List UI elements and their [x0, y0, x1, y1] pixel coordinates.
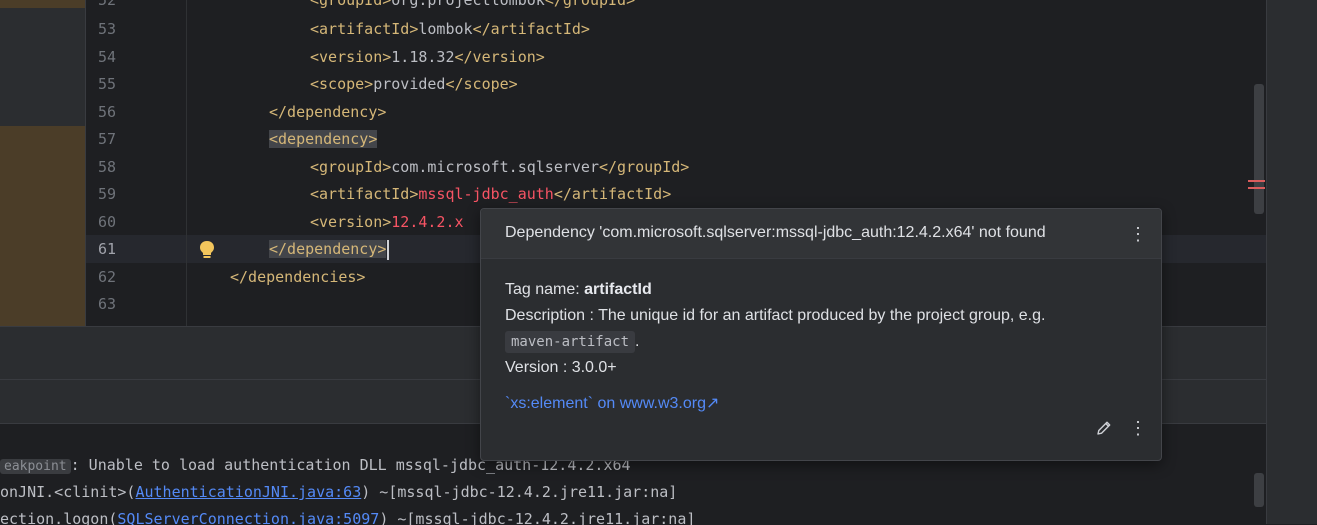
code-text: <groupId>com.microsoft.sqlserver</groupI…: [310, 153, 689, 181]
line-number: 52: [97, 0, 116, 9]
line-number: 57: [97, 130, 116, 148]
console-text: onJNI.<clinit>(: [0, 483, 136, 501]
text-caret: [387, 239, 390, 260]
code-text: <dependency>: [269, 125, 378, 153]
line-number: 56: [97, 103, 116, 121]
xml-tag: <version>: [310, 213, 392, 231]
editor-scrollbar-thumb[interactable]: [1254, 84, 1264, 214]
line-number: 55: [97, 75, 116, 93]
stacktrace-link[interactable]: SQLServerConnection.java:5097: [117, 510, 379, 525]
tree-highlight-top: [0, 0, 85, 8]
xml-tag: </scope>: [445, 75, 518, 93]
xml-tag: </artifactId>: [553, 185, 672, 203]
description-end: .: [635, 333, 640, 350]
console-line: ection.logon(SQLServerConnection.java:50…: [0, 506, 695, 525]
element-value: org.projectlombok: [391, 0, 545, 9]
line-number: 58: [97, 158, 116, 176]
element-value: 1.18.32: [391, 48, 455, 66]
console-text: ) ~[mssql-jdbc-12.4.2.jre11.jar:na]: [379, 510, 696, 525]
pencil-icon[interactable]: [1095, 419, 1113, 437]
quick-documentation-popup: Dependency 'com.microsoft.sqlserver:mssq…: [480, 208, 1162, 461]
line-number: 59: [97, 185, 116, 203]
code-text: <scope>provided</scope>: [310, 70, 518, 98]
code-text: <version>1.18.32</version>: [310, 43, 545, 71]
external-link-icon: ↗: [705, 395, 720, 412]
code-text: <version>12.4.2.x: [310, 208, 464, 236]
xml-tag: <version>: [310, 48, 392, 66]
description-row: Description : The unique id for an artif…: [505, 303, 1137, 329]
code-text: </dependency>: [269, 235, 390, 263]
line-number: 60: [97, 213, 116, 231]
element-value: lombok: [418, 20, 473, 38]
version-row: Version : 3.0.0+: [505, 355, 1137, 381]
description-text: Description : The unique id for an artif…: [505, 307, 1046, 324]
unresolved-value: 12.4.2.x: [391, 213, 464, 231]
popup-header: Dependency 'com.microsoft.sqlserver:mssq…: [481, 209, 1161, 259]
xml-tag: <groupId>: [310, 0, 392, 9]
breakpoint-chip[interactable]: eakpoint: [0, 459, 71, 474]
gutter-divider: [186, 0, 187, 326]
xml-tag: </groupId>: [599, 158, 690, 176]
line-number: 54: [97, 48, 116, 66]
xml-tag: <scope>: [310, 75, 374, 93]
doc-link-text[interactable]: `xs:element` on www.w3.org: [505, 395, 706, 412]
tag-name-label: Tag name:: [505, 281, 585, 298]
unresolved-value: mssql-jdbc_auth: [418, 185, 554, 203]
more-options-icon[interactable]: ⋮: [1129, 419, 1147, 437]
line-number: 53: [97, 20, 116, 38]
line-number: 63: [97, 295, 116, 313]
xml-tag: </groupId>: [544, 0, 636, 9]
console-scrollbar-thumb[interactable]: [1254, 473, 1264, 507]
tag-name-row: Tag name: artifactId: [505, 277, 1137, 303]
code-text: </dependency>: [269, 98, 386, 126]
popup-title: Dependency 'com.microsoft.sqlserver:mssq…: [505, 224, 1046, 241]
xml-tag: </artifactId>: [472, 20, 590, 38]
popup-body: Tag name: artifactId Description : The u…: [505, 277, 1137, 381]
stacktrace-link[interactable]: AuthenticationJNI.java:63: [135, 483, 361, 501]
console-line: onJNI.<clinit>(AuthenticationJNI.java:63…: [0, 479, 677, 505]
error-stripe-mark[interactable]: [1248, 180, 1265, 182]
divider: [1266, 0, 1267, 524]
xml-tag: <artifactId>: [310, 20, 419, 38]
lightbulb-icon[interactable]: [198, 240, 216, 260]
line-number: 62: [97, 268, 116, 286]
error-stripe-mark[interactable]: [1248, 187, 1265, 189]
more-options-icon[interactable]: ⋮: [1129, 225, 1147, 243]
code-text: <groupId>org.projectlombok</groupId>: [310, 0, 635, 14]
tag-name-value: artifactId: [584, 281, 652, 298]
right-tool-strip: [1266, 0, 1317, 524]
xml-tag: </version>: [454, 48, 545, 66]
tree-highlight: [0, 126, 85, 326]
code-text: <artifactId>lombok</artifactId>: [310, 15, 590, 43]
project-tree-strip: [0, 0, 85, 326]
code-text: </dependencies>: [230, 263, 365, 291]
example-code: maven-artifact: [505, 331, 636, 353]
description-example-row: maven-artifact.: [505, 329, 1137, 355]
element-value: provided: [373, 75, 446, 93]
version-text: Version : 3.0.0+: [505, 359, 617, 376]
xml-tag: <artifactId>: [310, 185, 419, 203]
external-doc-link[interactable]: `xs:element` on www.w3.org↗: [505, 393, 719, 413]
line-number: 61: [97, 240, 116, 258]
xml-tag: <groupId>: [310, 158, 392, 176]
console-text: ection.logon(: [0, 510, 118, 525]
xml-tag: </dependencies>: [230, 268, 366, 286]
xml-tag: </dependency>: [269, 240, 387, 258]
console-text: ) ~[mssql-jdbc-12.4.2.jre11.jar:na]: [361, 483, 678, 501]
xml-tag: </dependency>: [269, 103, 387, 121]
element-value: com.microsoft.sqlserver: [391, 158, 599, 176]
xml-tag: <dependency>: [269, 130, 378, 148]
code-text: <artifactId>mssql-jdbc_auth</artifactId>: [310, 180, 671, 208]
